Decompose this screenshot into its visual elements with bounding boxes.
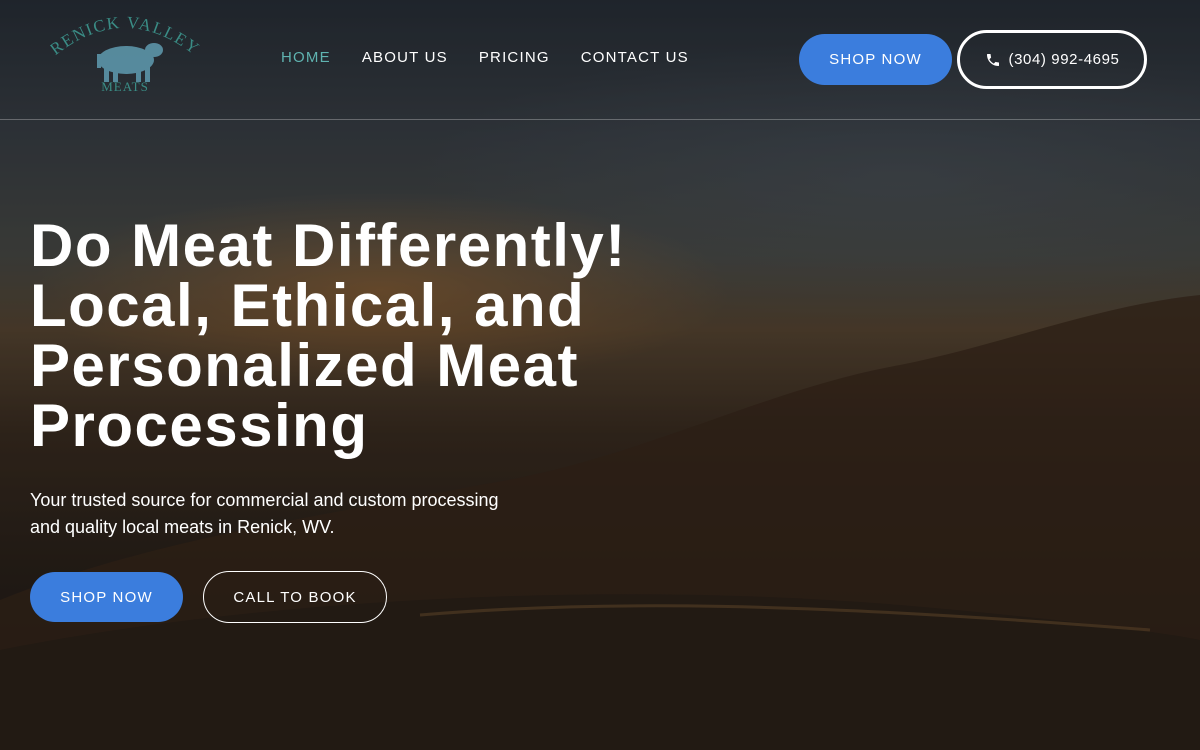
site-header: RENICK VALLEY MEATS HOME ABOUT US PRICIN… (0, 0, 1200, 120)
nav-about-us[interactable]: ABOUT US (362, 49, 448, 66)
hero-subtitle: Your trusted source for commercial and c… (30, 490, 499, 537)
headline-line: Personalized Meat (30, 332, 580, 399)
headline-line: Do Meat Differently! (30, 212, 627, 279)
headline-line: Local, Ethical, and (30, 272, 586, 339)
header-shop-now-button[interactable]: SHOP NOW (799, 34, 952, 85)
phone-icon (986, 53, 999, 66)
hero-shop-now-button[interactable]: SHOP NOW (30, 572, 183, 622)
headline-line: Processing (30, 392, 369, 459)
nav-contact-us[interactable]: CONTACT US (581, 49, 689, 66)
main-nav: HOME ABOUT US PRICING CONTACT US (281, 49, 689, 66)
hero-headline: Do Meat Differently! Local, Ethical, and… (30, 216, 710, 456)
nav-pricing[interactable]: PRICING (479, 49, 550, 66)
nav-home[interactable]: HOME (281, 49, 331, 66)
brand-logo[interactable]: RENICK VALLEY MEATS (46, 12, 202, 104)
cow-icon (97, 43, 163, 82)
logo-text-bottom: MEATS (101, 79, 149, 94)
phone-number: (304) 992-4695 (1008, 51, 1120, 68)
header-phone-button[interactable]: (304) 992-4695 (957, 30, 1147, 89)
hero-call-to-book-button[interactable]: CALL TO BOOK (203, 571, 387, 623)
